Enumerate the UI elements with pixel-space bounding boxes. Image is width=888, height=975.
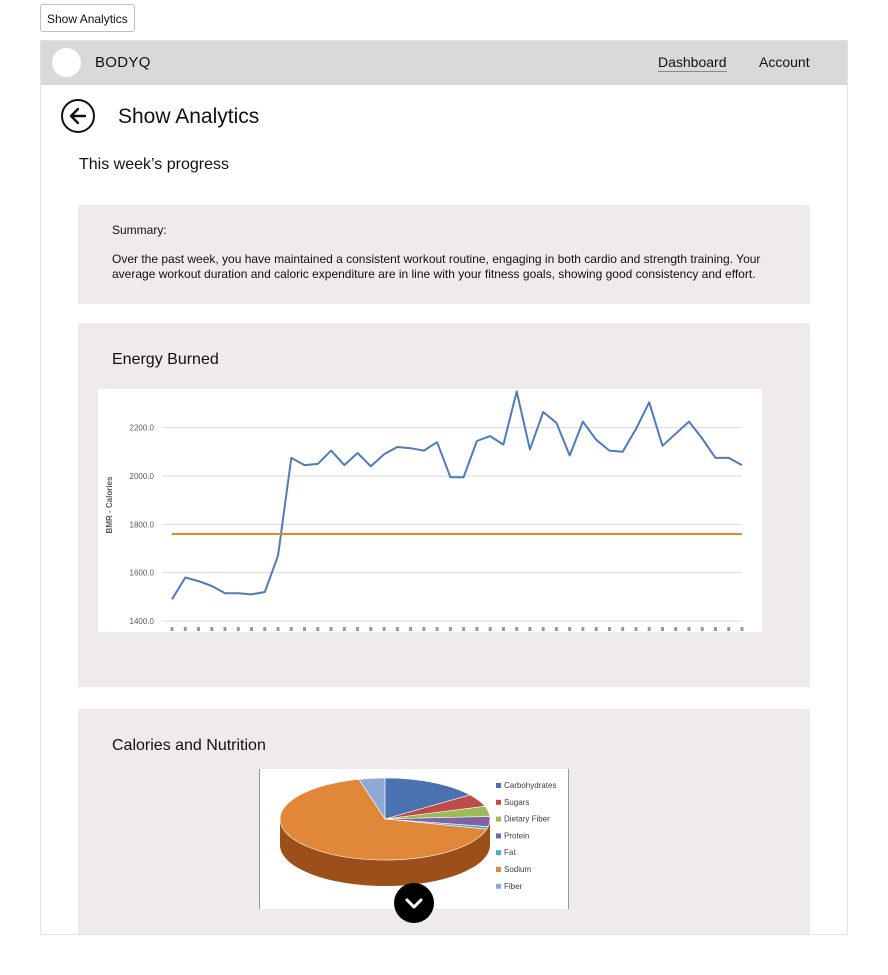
x-tick-mark [303,627,307,631]
legend-swatch [496,867,501,872]
x-tick-mark [568,627,572,631]
x-tick-mark [554,627,558,631]
summary-body: Over the past week, you have maintained … [112,252,761,281]
legend-label: Fat [504,848,516,857]
legend-swatch [496,799,501,805]
x-tick-mark [197,627,201,631]
x-tick-mark [462,627,466,631]
legend-swatch [496,850,501,856]
legend-swatch [496,883,501,889]
legend-label: Protein [504,831,529,840]
scroll-down-button[interactable] [394,883,434,923]
legend-label: Sodium [504,865,531,874]
x-tick-mark [713,627,717,631]
legend-swatch [496,816,501,822]
legend-swatch [496,783,501,788]
x-tick-mark [210,627,214,631]
x-tick-mark [475,627,479,631]
x-tick-mark [422,627,426,631]
x-tick-mark [727,627,731,631]
legend-label: Dietary Fiber [504,815,550,824]
x-tick-mark [409,627,413,631]
energy-burned-panel: Energy Burned 1400.0 1600.0 1800.0 2000.0 22… [78,323,810,687]
nav-account-link[interactable]: Account [759,54,810,70]
x-tick-mark [263,627,267,631]
x-tick-mark [435,627,439,631]
page-title: Show Analytics [118,105,260,128]
x-tick-mark [501,627,505,631]
x-tick-mark [342,627,346,631]
x-tick-mark [528,627,532,631]
y-tick-label: 1400.0 [130,617,155,626]
series-line-bmr [171,390,743,600]
legend-swatch [496,833,501,839]
x-tick-mark [488,627,492,631]
show-analytics-tag-button[interactable]: Show Analytics [40,4,135,32]
y-tick-label: 2000.0 [130,472,155,481]
x-tick-mark [316,627,320,631]
x-tick-mark [660,627,664,631]
energy-burned-title: Energy Burned [112,351,219,368]
x-tick-mark [687,627,691,631]
x-tick-mark [382,627,386,631]
chevron-down-icon [405,898,423,909]
nutrition-title: Calories and Nutrition [112,737,266,754]
week-progress-heading: This week’s progress [79,156,229,173]
y-axis-label: BMR - Calories [105,476,114,533]
x-tick-mark [223,627,227,631]
x-tick-mark [448,627,452,631]
brand-name: BODYQ [95,54,151,71]
legend-label: Fiber [504,882,523,891]
x-tick-mark [369,627,373,631]
x-tick-mark [700,627,704,631]
summary-panel: Summary: Over the past week, you have ma… [78,205,810,304]
energy-line-chart-svg: 1400.0 1600.0 1800.0 2000.0 2200.0 BMR - Calo… [105,390,744,631]
x-tick-mark [647,627,651,631]
y-tick-label: 1800.0 [130,520,155,529]
x-tick-mark [541,627,545,631]
x-tick-mark [621,627,625,631]
nutrition-panel: Calories and Nutrition Carbohydrates Suga… [78,709,810,934]
top-nav-bar: BODYQ Dashboard Account [41,41,847,85]
x-tick-mark [634,627,638,631]
x-tick-mark [170,627,174,631]
x-tick-mark [674,627,678,631]
x-tick-mark [183,627,187,631]
x-tick-mark [329,627,333,631]
x-tick-mark [515,627,519,631]
legend-label: Sugars [504,798,529,807]
x-tick-mark [250,627,254,631]
back-arrow-icon[interactable] [61,99,95,133]
logo[interactable] [52,48,81,77]
x-tick-mark [740,627,744,631]
legend-label: Carbohydrates [504,781,556,790]
x-tick-mark [289,627,293,631]
x-tick-mark [581,627,585,631]
x-tick-mark [276,627,280,631]
x-tick-mark [356,627,360,631]
nav-dashboard-link[interactable]: Dashboard [658,54,727,72]
summary-title: Summary: [112,223,167,237]
x-tick-mark [236,627,240,631]
x-tick-mark [395,627,399,631]
y-tick-label: 2200.0 [130,424,155,433]
app-window: BODYQ Dashboard Account Show Analytics T… [40,40,848,935]
x-tick-mark [607,627,611,631]
y-tick-label: 1600.0 [130,569,155,578]
energy-line-chart: 1400.0 1600.0 1800.0 2000.0 2200.0 BMR - Calo… [98,389,762,632]
x-tick-mark [594,627,598,631]
